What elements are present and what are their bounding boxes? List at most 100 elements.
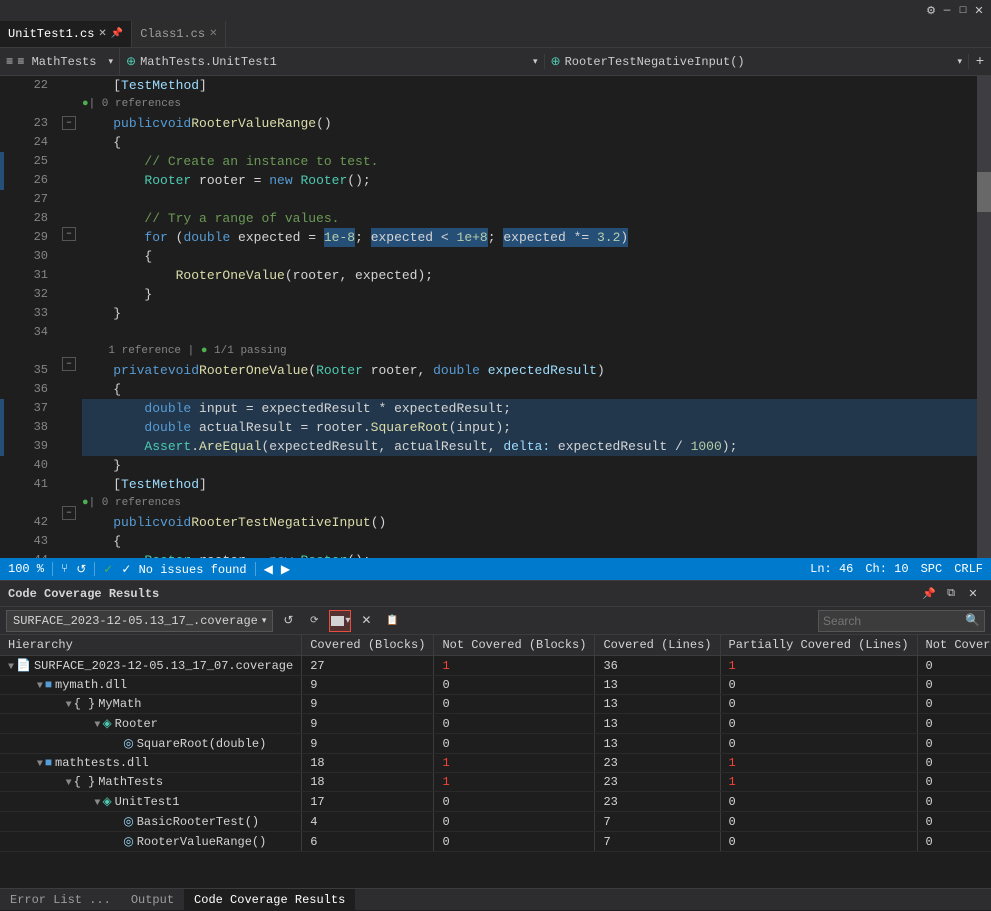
toolbar-reload-btn[interactable]: ⟳ (303, 610, 325, 632)
panel-float-button[interactable]: ⧉ (941, 584, 961, 604)
coverage-toolbar: SURFACE_2023-12-05.13_17_.coverage ▾ ↺ ⟳… (0, 607, 991, 635)
search-input[interactable] (823, 614, 963, 628)
tab-class1[interactable]: Class1.cs ✕ (132, 21, 226, 47)
nav-class-dropdown[interactable]: ⊕ MathTests.UnitTest1 ▾ (120, 54, 545, 69)
table-row[interactable]: ▼{ }MathTests1812310 (0, 773, 991, 792)
coverage-row-value: 18 (302, 773, 434, 792)
scrollbar-thumb[interactable] (977, 172, 991, 212)
tab-pin-icon: 📌 (111, 28, 123, 40)
collapse-btn-35[interactable]: − (62, 357, 76, 371)
coverage-dropdown-chevron: ▾ (262, 616, 267, 626)
nav-class-chevron: ▾ (533, 57, 538, 67)
nav-project[interactable]: ≡ ≡ MathTests ▾ (0, 48, 120, 75)
coverage-row-value: 0 (720, 734, 917, 754)
coverage-row-name: ▼◈UnitTest1 (0, 792, 302, 812)
maximize-button[interactable]: □ (955, 3, 971, 19)
minimize-button[interactable]: — (939, 3, 955, 19)
coverage-row-value: 0 (720, 832, 917, 852)
nav-project-label: ≡ MathTests (17, 55, 96, 69)
bottom-tab-coverage-label: Code Coverage Results (194, 893, 345, 907)
table-row[interactable]: ▼{ }MyMath901300 (0, 695, 991, 714)
bottom-tab-error-list[interactable]: Error List ... (0, 889, 121, 911)
tab-unittest1[interactable]: UnitTest1.cs ✕ 📌 (0, 21, 132, 47)
coverage-file-label: SURFACE_2023-12-05.13_17_.coverage (13, 614, 258, 628)
coverage-row-value: 1 (434, 656, 595, 676)
code-line-38: double actualResult = rooter.SquareRoot(… (82, 418, 977, 437)
nav-arrows-right[interactable]: ▶ (281, 562, 290, 577)
table-row[interactable]: ◎BasicRooterTest()40700 (0, 812, 991, 832)
code-line-36: { (82, 380, 977, 399)
editor-scrollbar[interactable] (977, 76, 991, 558)
search-box[interactable]: 🔍 (818, 610, 985, 632)
table-row[interactable]: ◎SquareRoot(double)901300 (0, 734, 991, 754)
code-line-24: { (82, 133, 977, 152)
panel-pin-button[interactable]: 📌 (919, 584, 939, 604)
coverage-file-dropdown[interactable]: SURFACE_2023-12-05.13_17_.coverage ▾ (6, 610, 273, 632)
coverage-row-value: 0 (720, 792, 917, 812)
coverage-row-name: ◎SquareRoot(double) (0, 734, 302, 754)
nav-class-icon: ⊕ (126, 54, 136, 69)
bottom-tab-output[interactable]: Output (121, 889, 184, 911)
coverage-row-value: 0 (917, 773, 991, 792)
panel-title: Code Coverage Results (8, 587, 919, 601)
col-header-partially-covered: Partially Covered (Lines) (720, 635, 917, 656)
code-line-34 (82, 323, 977, 342)
coverage-row-value: 0 (720, 812, 917, 832)
tab-unittest1-close[interactable]: ✕ (98, 28, 106, 40)
coverage-row-value: 0 (720, 676, 917, 695)
coverage-row-value: 4 (302, 812, 434, 832)
coverage-table-container[interactable]: Hierarchy Covered (Blocks) Not Covered (… (0, 635, 991, 888)
code-editor[interactable]: [TestMethod] ● | 0 references public voi… (78, 76, 977, 558)
table-row[interactable]: ▼◈Rooter901300 (0, 714, 991, 734)
collapse-btn-29[interactable]: − (62, 227, 76, 241)
code-line-33: } (82, 304, 977, 323)
nav-add-button[interactable]: + (969, 48, 991, 75)
table-row[interactable]: ◎RooterValueRange()60700 (0, 832, 991, 852)
git-icon[interactable]: ⑂ (61, 562, 68, 576)
panel-controls: 📌 ⧉ ✕ (919, 584, 983, 604)
table-row[interactable]: ▼■mathtests.dll1812310 (0, 754, 991, 773)
table-row[interactable]: ▼◈UnitTest11702300 (0, 792, 991, 812)
nav-bar: ≡ ≡ MathTests ▾ ⊕ MathTests.UnitTest1 ▾ … (0, 48, 991, 76)
bottom-tab-coverage[interactable]: Code Coverage Results (184, 889, 355, 911)
coverage-row-value: 17 (302, 792, 434, 812)
coverage-row-value: 23 (595, 792, 720, 812)
toolbar-delete-btn[interactable]: ✕ (355, 610, 377, 632)
toolbar-refresh-btn[interactable]: ↺ (277, 610, 299, 632)
table-row[interactable]: ▼■mymath.dll901300 (0, 676, 991, 695)
coverage-panel: Code Coverage Results 📌 ⧉ ✕ SURFACE_2023… (0, 580, 991, 888)
coverage-row-name: ▼{ }MyMath (0, 695, 302, 714)
title-bar: ⚙ — □ ✕ (0, 0, 991, 22)
coverage-row-value: 9 (302, 695, 434, 714)
coverage-row-value: 7 (595, 812, 720, 832)
toolbar-filter-btn[interactable]: ▾ (329, 610, 351, 632)
status-sep-2 (94, 562, 95, 576)
tab-unittest1-label: UnitTest1.cs (8, 27, 94, 41)
collapse-btn-42[interactable]: − (62, 506, 76, 520)
collapse-btn-23[interactable]: − (62, 116, 76, 130)
nav-chevron-icon: ▾ (108, 57, 113, 67)
position-label: Ln: 46 (810, 562, 853, 576)
coverage-row-value: 9 (302, 734, 434, 754)
tab-class1-close[interactable]: ✕ (209, 28, 217, 40)
panel-close-button[interactable]: ✕ (963, 584, 983, 604)
coverage-row-value: 23 (595, 754, 720, 773)
close-button[interactable]: ✕ (971, 3, 987, 19)
code-line-41-ref: ● | 0 references (82, 494, 977, 513)
toolbar-export-btn[interactable]: 📋 (381, 610, 403, 632)
coverage-row-value: 9 (302, 676, 434, 695)
coverage-row-value: 0 (434, 812, 595, 832)
sync-icon[interactable]: ↺ (76, 562, 86, 577)
col-header-not-covered-lines: Not Covered (Lines (917, 635, 991, 656)
bottom-tab-output-label: Output (131, 893, 174, 907)
code-line-26: Rooter rooter = new Rooter(); (82, 171, 977, 190)
code-line-44: Rooter rooter = new Rooter(); (82, 551, 977, 558)
col-header-covered-lines: Covered (Lines) (595, 635, 720, 656)
coverage-row-value: 0 (434, 714, 595, 734)
settings-icon[interactable]: ⚙ (923, 3, 939, 19)
search-icon[interactable]: 🔍 (965, 613, 980, 628)
nav-method-dropdown[interactable]: ⊕ RooterTestNegativeInput() ▾ (545, 54, 970, 69)
nav-arrows-left[interactable]: ◀ (264, 562, 273, 577)
table-row[interactable]: ▼📄SURFACE_2023-12-05.13_17_07.coverage27… (0, 656, 991, 676)
code-line-23: public void RooterValueRange() (82, 114, 977, 133)
